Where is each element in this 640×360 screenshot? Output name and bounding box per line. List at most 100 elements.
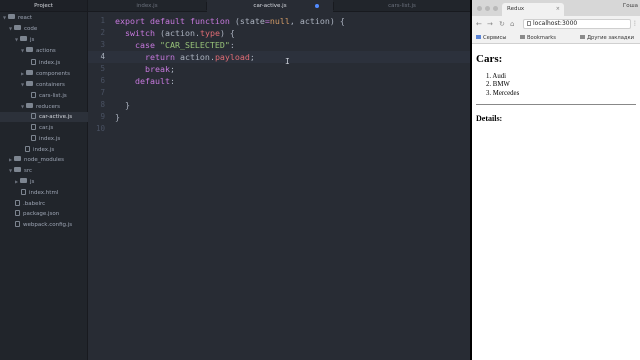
code-token: case	[115, 40, 155, 50]
browser-window: Redux × Гоша ← → ↻ ⌂ localhost:3000 ⋮ Се…	[472, 0, 640, 360]
code-token: action	[299, 16, 330, 26]
tree-item-node-modules[interactable]: ▶ node_modules	[0, 155, 88, 165]
tree-item-code[interactable]: ▼ code	[0, 24, 88, 34]
code-token: default	[115, 76, 170, 86]
editor-tab-bar: index.js car-active.js cars-list.js	[88, 0, 470, 12]
home-icon[interactable]: ⌂	[510, 19, 514, 29]
file-icon	[31, 112, 36, 119]
bookmark-other[interactable]: Другие закладки	[580, 34, 634, 42]
line-number: 7	[100, 88, 105, 97]
bookmarks-bar: Сервисы Bookmarks Другие закладки	[472, 32, 640, 44]
tree-item-label: webpack.config.js	[23, 222, 73, 228]
code-line: break;	[115, 63, 175, 75]
code-token: }	[115, 112, 120, 122]
text-cursor-icon: I	[285, 57, 290, 66]
page-icon	[527, 21, 531, 26]
tree-item-react[interactable]: ▼ react	[0, 13, 88, 23]
line-number: 10	[95, 124, 105, 133]
close-window-button[interactable]	[477, 6, 482, 11]
profile-name[interactable]: Гоша	[623, 3, 638, 9]
code-line: }	[115, 111, 120, 123]
code-token: ;	[169, 64, 175, 74]
tree-item-label: index.js	[39, 136, 61, 142]
address-bar[interactable]: localhost:3000	[523, 19, 631, 29]
tree-item-js-index[interactable]: index.js	[0, 145, 88, 155]
file-icon	[31, 134, 36, 141]
code-token: ) {	[219, 28, 235, 38]
car-list-item-audi[interactable]: 1. Audi	[486, 73, 519, 81]
tree-item-webpack-config[interactable]: webpack.config.js	[0, 220, 88, 230]
tree-item-label: .babelrc	[23, 201, 46, 207]
code-token: null	[269, 16, 290, 26]
code-line: default:	[115, 75, 175, 87]
back-icon[interactable]: ←	[476, 19, 482, 29]
forward-icon[interactable]: →	[487, 19, 493, 29]
code-area[interactable]: 1 2 3 4 5 6 7 8 9 10 export default func…	[88, 12, 470, 360]
code-line: return action.payload;	[115, 51, 255, 63]
file-icon	[31, 58, 36, 65]
horizontal-rule	[476, 104, 636, 105]
folder-icon	[14, 156, 21, 161]
close-tab-icon[interactable]: ×	[556, 3, 560, 16]
folder-icon	[26, 81, 33, 86]
bookmark-label: Другие закладки	[587, 35, 635, 41]
browser-title-bar: Redux × Гоша	[472, 0, 640, 16]
code-line: export default function (state=null, act…	[115, 15, 345, 27]
tree-item-reducers-index[interactable]: index.js	[0, 134, 88, 144]
line-number: 2	[100, 28, 105, 37]
tree-item-label: react	[18, 15, 33, 21]
browser-toolbar: ← → ↻ ⌂ localhost:3000 ⋮	[472, 16, 640, 32]
code-token: action	[164, 28, 195, 38]
project-tree: Project ▼ react ▼ code ▼ js ▼ actions index.…	[0, 0, 88, 360]
tab-index-js[interactable]: index.js	[88, 0, 206, 12]
tree-item-js[interactable]: ▼ js	[0, 35, 88, 45]
code-token: :	[169, 76, 175, 86]
folder-icon	[8, 14, 15, 19]
tree-item-index-html[interactable]: index.html	[0, 188, 88, 198]
code-token: ,	[289, 16, 300, 26]
folder-icon	[26, 47, 33, 52]
browser-menu-icon[interactable]: ⋮	[632, 20, 638, 27]
tree-item-label: index.js	[39, 60, 61, 66]
code-token: ) {	[329, 16, 345, 26]
maximize-window-button[interactable]	[493, 6, 498, 11]
tab-cars-list-js[interactable]: cars-list.js	[334, 0, 470, 12]
tree-item-babelrc[interactable]: .babelrc	[0, 199, 88, 209]
tree-item-label: actions	[36, 48, 56, 54]
code-token: (	[154, 28, 165, 38]
tree-item-actions-index[interactable]: index.js	[0, 58, 88, 68]
tree-item-reducers[interactable]: ▼ reducers	[0, 102, 88, 112]
tree-item-cars-list[interactable]: cars-list.js	[0, 91, 88, 101]
tree-item-car-active[interactable]: car-active.js	[0, 112, 88, 122]
tree-item-car[interactable]: car.js	[0, 123, 88, 133]
tree-item-label: node_modules	[24, 157, 64, 163]
cars-heading: Cars:	[476, 53, 503, 65]
tree-item-label: index.html	[29, 190, 59, 196]
code-token: type	[199, 28, 220, 38]
code-line: }	[115, 99, 130, 111]
folder-icon	[26, 103, 33, 108]
tab-label: car-active.js	[253, 3, 287, 9]
tree-item-src-js[interactable]: ▶ js	[0, 177, 88, 187]
bookmark-services[interactable]: Сервисы	[476, 34, 506, 42]
car-list-item-mercedes[interactable]: 3. Mercedes	[486, 90, 519, 98]
tab-car-active-js[interactable]: car-active.js	[207, 0, 333, 12]
code-token: export	[115, 16, 145, 26]
tree-item-components[interactable]: ▶ components	[0, 69, 88, 79]
tree-item-src[interactable]: ▼ src	[0, 166, 88, 176]
browser-tab[interactable]: Redux ×	[502, 3, 564, 16]
tree-item-containers[interactable]: ▼ containers	[0, 80, 88, 90]
car-list-item-bmw[interactable]: 2. BMW	[486, 81, 519, 89]
file-icon	[25, 145, 30, 152]
tree-item-package-json[interactable]: package.json	[0, 209, 88, 219]
bookmark-bookmarks[interactable]: Bookmarks	[520, 34, 556, 42]
tree-item-label: cars-list.js	[39, 93, 67, 99]
reload-icon[interactable]: ↻	[499, 19, 505, 29]
minimize-window-button[interactable]	[485, 6, 490, 11]
tree-item-actions[interactable]: ▼ actions	[0, 46, 88, 56]
line-number: 8	[100, 100, 105, 109]
folder-icon	[20, 178, 27, 183]
line-number: 4	[100, 52, 105, 61]
bookmark-label: Bookmarks	[527, 35, 556, 41]
code-token: function	[189, 16, 230, 26]
